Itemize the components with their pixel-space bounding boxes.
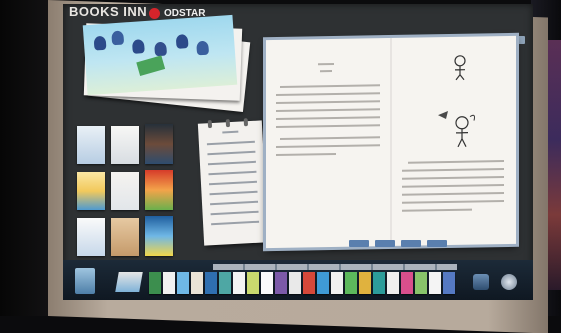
text-line (280, 84, 380, 88)
text-line (276, 116, 380, 121)
cover-figure (131, 39, 145, 54)
book-thumbnail[interactable] (145, 124, 173, 164)
book-thumbnail[interactable] (145, 170, 173, 210)
cartoon-illustration-icon (438, 111, 475, 148)
shelf-category-tabs[interactable] (213, 264, 457, 270)
text-line (402, 208, 472, 212)
next-page-button[interactable] (401, 240, 421, 247)
text-line (280, 136, 380, 140)
book-thumbnail[interactable] (111, 172, 139, 210)
bookshelf-bar (63, 260, 533, 300)
shelf-book[interactable] (373, 272, 385, 294)
shelf-book[interactable] (303, 272, 315, 294)
text-line (402, 200, 504, 204)
shelf-book[interactable] (443, 272, 455, 294)
cover-figure (175, 34, 189, 49)
shelf-book[interactable] (149, 272, 161, 294)
shelf-book[interactable] (331, 272, 343, 294)
shelf-book[interactable] (401, 272, 413, 294)
cover-figure (111, 30, 125, 46)
toc-heading (222, 130, 239, 134)
book-thumbnail[interactable] (111, 218, 139, 256)
shelf-book[interactable] (205, 272, 217, 294)
chapter-title-line (318, 62, 334, 66)
text-line (402, 184, 504, 188)
bookshelf-icon[interactable] (75, 268, 95, 294)
shelf-book[interactable] (359, 272, 371, 294)
text-line (276, 100, 380, 105)
settings-icon[interactable] (473, 274, 489, 290)
exit-icon[interactable] (501, 274, 517, 290)
cover-illustration (82, 14, 238, 96)
cover-figure (93, 35, 107, 51)
toc-item[interactable] (209, 190, 258, 196)
text-line (402, 168, 504, 172)
text-line (408, 160, 504, 164)
binder-ring (207, 120, 213, 129)
toc-item[interactable] (211, 220, 260, 226)
library-icon[interactable] (115, 272, 143, 292)
reader-screen: BOOKS INN ODSTAR (63, 4, 533, 300)
toc-item[interactable] (208, 170, 257, 176)
book-thumbnail[interactable] (77, 126, 105, 164)
shelf-book[interactable] (275, 272, 287, 294)
binder-ring (243, 118, 249, 127)
table-of-contents-panel (197, 118, 269, 246)
text-line (276, 124, 380, 129)
shelf-book[interactable] (163, 272, 175, 294)
book-thumbnail[interactable] (77, 172, 105, 210)
toc-item[interactable] (208, 180, 258, 186)
shelf-book[interactable] (387, 272, 399, 294)
cover-figure (154, 41, 168, 57)
book-spine (390, 37, 392, 247)
shelf-book[interactable] (289, 272, 301, 294)
binder-ring (225, 119, 231, 128)
shelf-book[interactable] (177, 272, 189, 294)
text-line (402, 176, 504, 180)
book-thumbnail[interactable] (77, 218, 105, 256)
text-line (276, 92, 380, 97)
page-navigation (349, 240, 447, 247)
shelf-book[interactable] (261, 272, 273, 294)
toc-item[interactable] (210, 200, 259, 206)
shelf-book[interactable] (191, 272, 203, 294)
shelf-book[interactable] (247, 272, 259, 294)
toc-item[interactable] (207, 150, 256, 156)
open-book-reader[interactable] (266, 35, 516, 249)
text-line (276, 144, 380, 149)
featured-book-cover[interactable] (77, 14, 251, 112)
shelf-book[interactable] (317, 272, 329, 294)
page-indicator-button[interactable] (375, 240, 395, 247)
toc-item[interactable] (207, 160, 256, 166)
chapter-title-line (320, 70, 332, 73)
text-line (402, 192, 504, 196)
text-line (276, 152, 336, 157)
shelf-book[interactable] (429, 272, 441, 294)
book-thumbnail[interactable] (145, 216, 173, 256)
prev-page-button[interactable] (349, 240, 369, 247)
zoom-button[interactable] (427, 240, 447, 247)
text-line (276, 108, 380, 113)
shelf-book[interactable] (415, 272, 427, 294)
toc-item[interactable] (206, 140, 255, 146)
page-illustration-icon (454, 55, 466, 81)
shelf-book[interactable] (219, 272, 231, 294)
cover-figure (196, 40, 210, 56)
toc-item[interactable] (210, 210, 259, 216)
cover-green-book (136, 55, 166, 76)
shelf-book[interactable] (233, 272, 245, 294)
shelf-book[interactable] (345, 272, 357, 294)
book-thumbnail[interactable] (111, 126, 139, 164)
